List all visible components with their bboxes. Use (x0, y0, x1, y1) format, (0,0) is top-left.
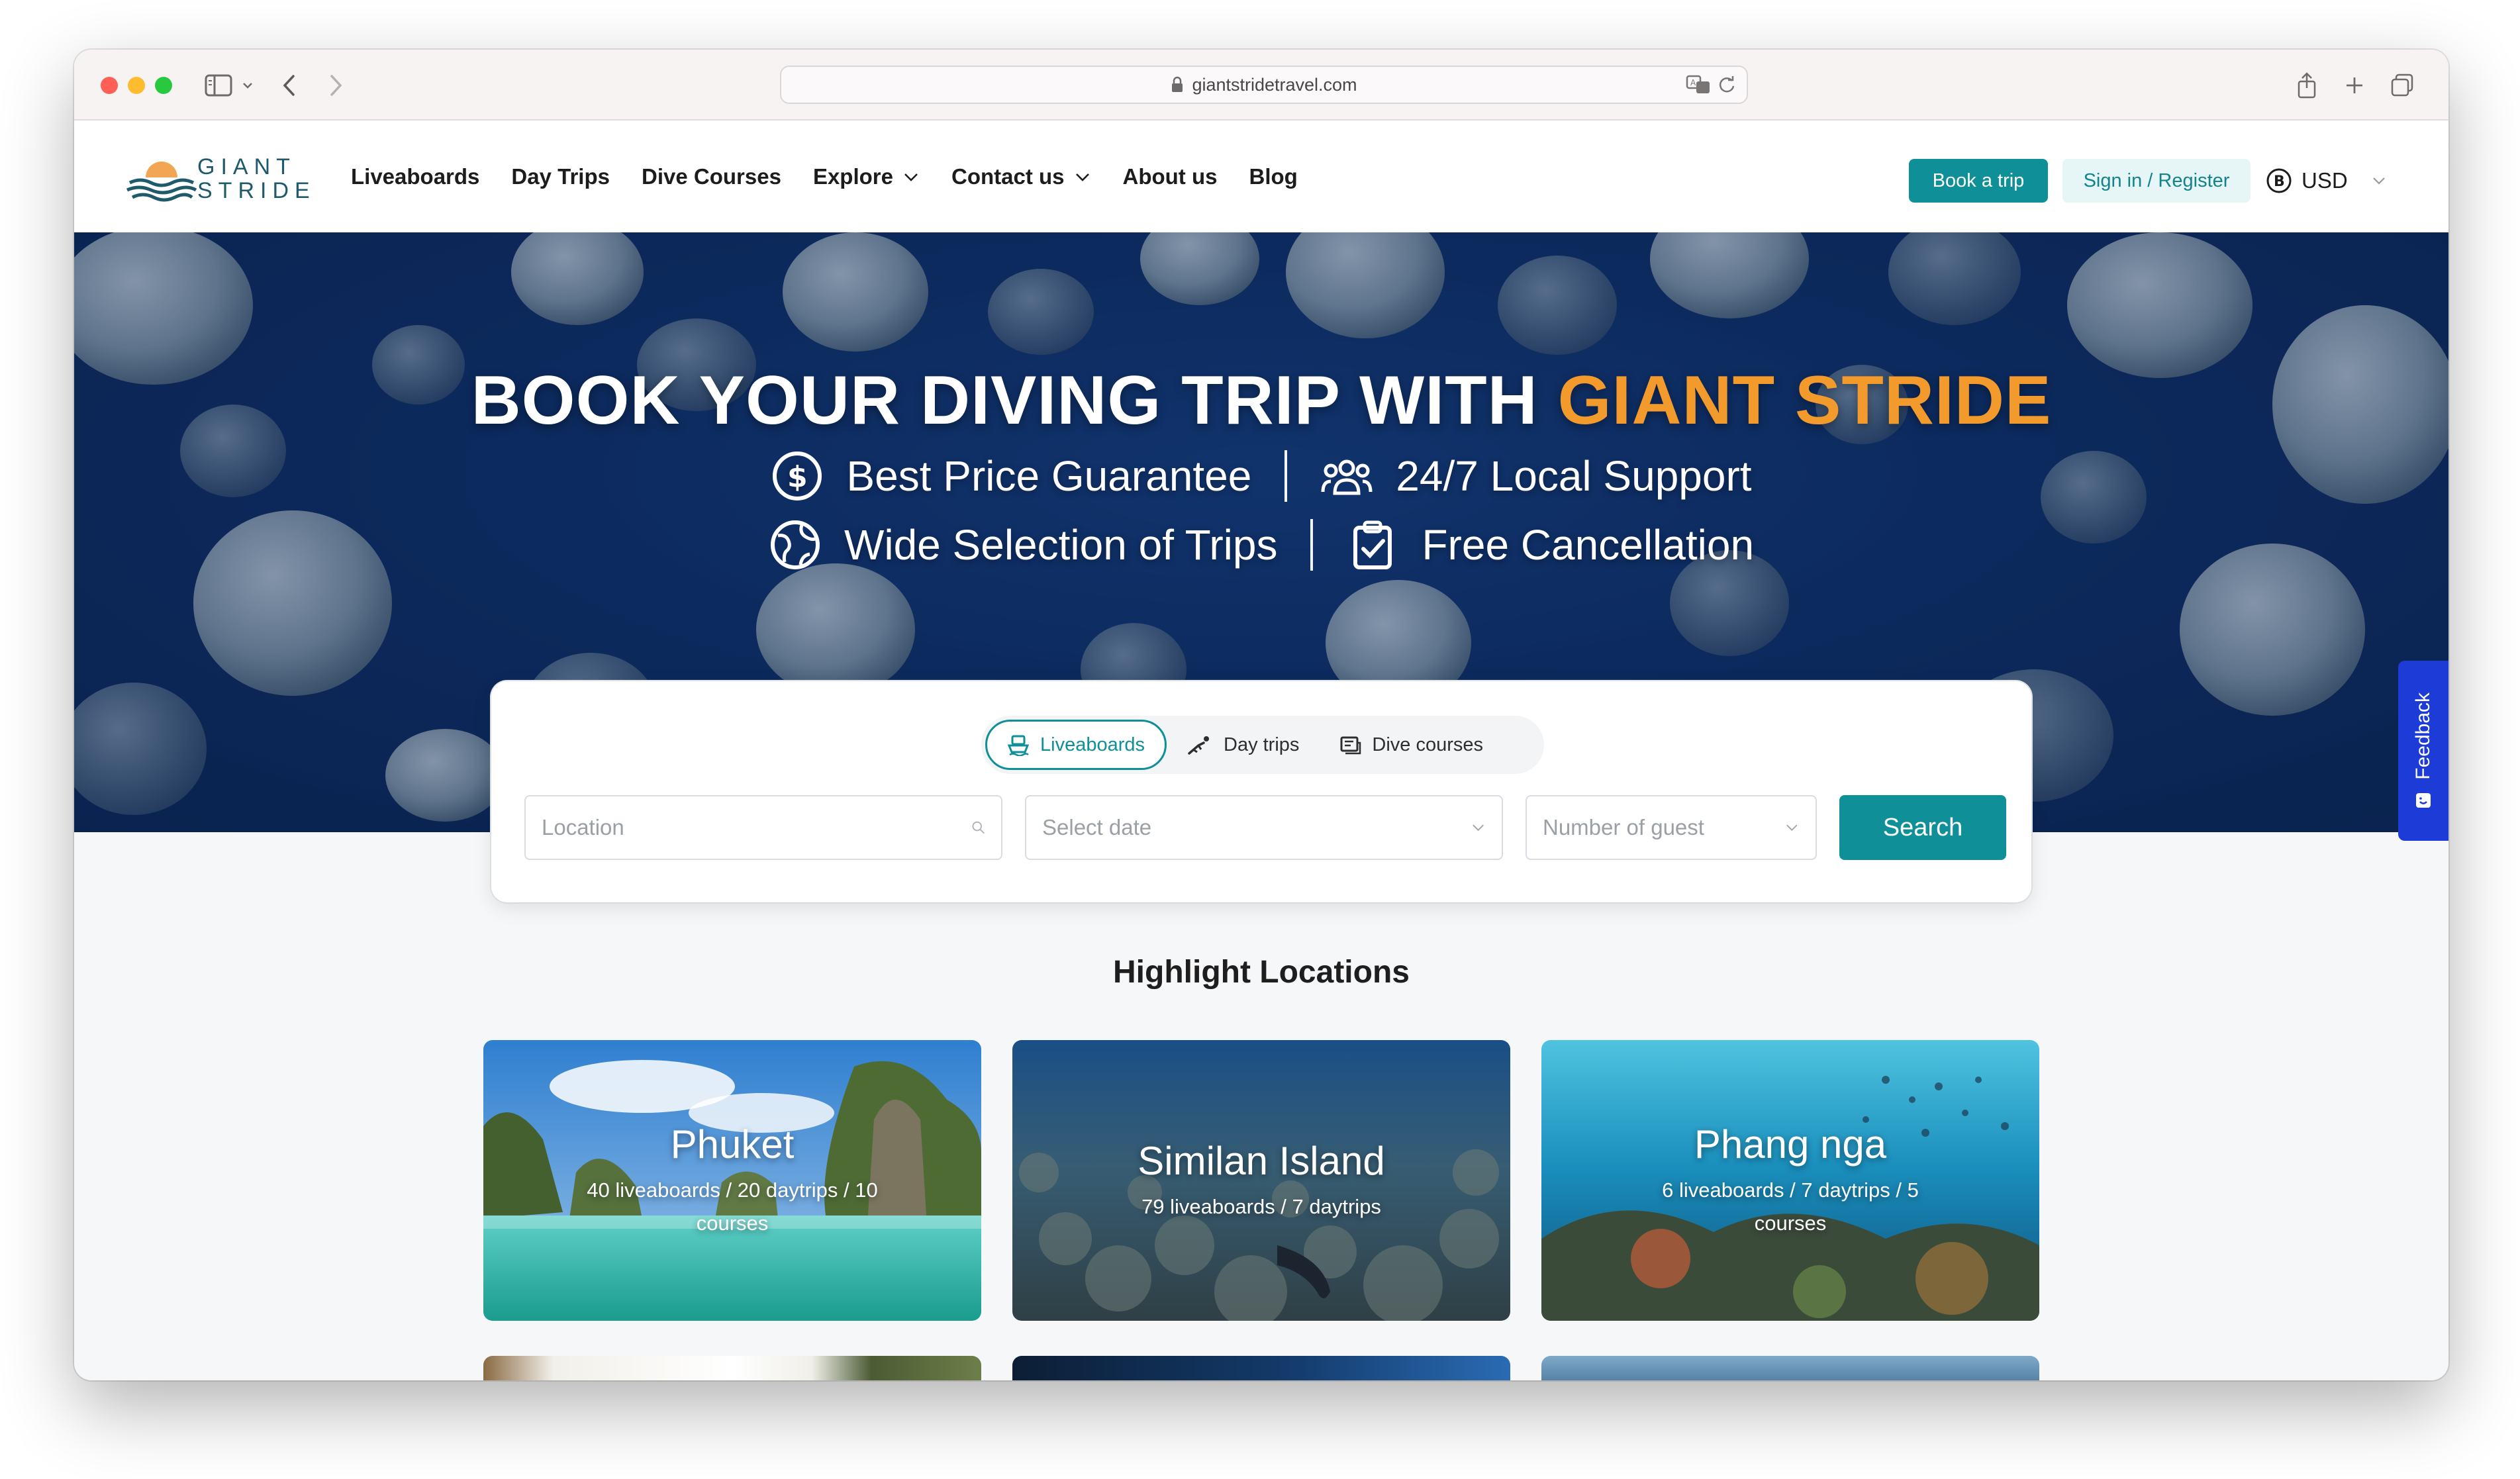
nav-about-us[interactable]: About us (1123, 164, 1218, 189)
feature-divider (1284, 450, 1288, 502)
date-placeholder: Select date (1042, 815, 1152, 839)
guest-placeholder: Number of guest (1543, 815, 1704, 839)
currency-selector[interactable]: B USD (2266, 159, 2386, 203)
feature-free-cancellation: Free Cancellation (1346, 518, 1754, 571)
logo-word-stride: STRIDE (197, 178, 316, 203)
search-icon (972, 821, 985, 834)
location-card-phang-nga[interactable]: Phang nga 6 liveaboards / 7 daytrips / 5… (1541, 1040, 2039, 1321)
date-field[interactable]: Select date (1025, 795, 1503, 860)
bitcoin-circle-icon: B (2266, 168, 2292, 193)
nav-dive-courses[interactable]: Dive Courses (642, 164, 781, 189)
feature-divider (1310, 519, 1314, 571)
chevron-down-icon (1473, 824, 1484, 832)
people-group-icon (1321, 459, 1373, 495)
ship-icon (1007, 735, 1030, 756)
course-book-icon (1340, 736, 1361, 755)
book-trip-button[interactable]: Book a trip (1909, 159, 2048, 203)
nav-day-trips[interactable]: Day Trips (511, 164, 610, 189)
feedback-tab[interactable]: Feedback (2398, 661, 2448, 841)
zoom-window-button[interactable] (155, 77, 172, 94)
location-card-partial[interactable] (483, 1356, 981, 1380)
hero-title: BOOK YOUR DIVING TRIP WITH GIANT STRIDE (74, 361, 2448, 440)
nav-liveaboards[interactable]: Liveaboards (351, 164, 479, 189)
tab-day-trips[interactable]: Day trips (1167, 720, 1319, 770)
url-text[interactable]: giantstridetravel.com (1192, 75, 1357, 95)
main-navigation: Liveaboards Day Trips Dive Courses Explo… (351, 120, 1330, 232)
chevron-down-icon (1075, 173, 1089, 181)
chevron-down-icon (2372, 177, 2385, 185)
card-location-stats: 79 liveaboards / 7 daytrips (1141, 1194, 1381, 1218)
location-card-partial[interactable] (1012, 1356, 1510, 1380)
feedback-smile-icon (2416, 792, 2431, 808)
card-location-name: Similan Island (1138, 1138, 1385, 1183)
search-tabs: Liveaboards Day trips Dive courses (981, 716, 1544, 774)
minimize-window-button[interactable] (128, 77, 145, 94)
nav-contact-us[interactable]: Contact us (951, 164, 1091, 189)
sign-in-register-button[interactable]: Sign in / Register (2062, 159, 2251, 203)
hero-title-main: BOOK YOUR DIVING TRIP WITH (471, 362, 1558, 439)
location-field[interactable] (524, 795, 1002, 860)
nav-explore[interactable]: Explore (813, 164, 920, 189)
svg-text:$: $ (787, 460, 808, 494)
card-location-stats: 6 liveaboards / 7 daytrips / 5 courses (1662, 1178, 1919, 1235)
location-card-partial[interactable] (1541, 1356, 2039, 1380)
feature-wide-selection: Wide Selection of Trips (769, 518, 1277, 571)
chevron-down-icon (904, 173, 918, 181)
svg-text:A: A (1690, 78, 1696, 87)
location-card-phuket[interactable]: Phuket 40 liveaboards / 20 daytrips / 10… (483, 1040, 981, 1321)
browser-toolbar: giantstridetravel.com A (74, 50, 2448, 120)
diver-icon (1188, 736, 1209, 755)
location-input[interactable] (542, 815, 971, 840)
logo-word-giant: GIANT (197, 154, 296, 179)
chevron-down-icon (1786, 824, 1798, 832)
feature-local-support: 24/7 Local Support (1320, 450, 1752, 502)
search-button[interactable]: Search (1839, 795, 2006, 860)
lock-icon (1172, 76, 1183, 92)
location-card-similan-island[interactable]: Similan Island 79 liveaboards / 7 daytri… (1012, 1040, 1510, 1321)
card-location-stats: 40 liveaboards / 20 daytrips / 10 course… (587, 1178, 878, 1235)
address-bar[interactable]: giantstridetravel.com A (780, 66, 1748, 104)
forward-arrow-icon[interactable] (319, 68, 352, 103)
chevron-down-icon[interactable] (240, 68, 256, 103)
sidebar-toggle-icon[interactable] (200, 68, 237, 103)
card-location-name: Phuket (670, 1121, 795, 1167)
giant-stride-logo[interactable]: GIANT STRIDE (126, 155, 310, 204)
tab-dive-courses[interactable]: Dive courses (1319, 720, 1503, 770)
trip-search-card: Liveaboards Day trips Dive courses Selec… (491, 681, 2031, 902)
tab-overview-icon[interactable] (2385, 68, 2419, 103)
site-header: GIANT STRIDE Liveaboards Day Trips Dive … (74, 120, 2448, 232)
dollar-circle-icon: $ (773, 452, 822, 501)
globe-icon (770, 520, 820, 569)
new-tab-icon[interactable] (2337, 68, 2372, 103)
share-icon[interactable] (2290, 68, 2324, 103)
highlight-locations-title: Highlight Locations (1113, 955, 1410, 990)
nav-blog[interactable]: Blog (1249, 164, 1297, 189)
currency-label: USD (2302, 168, 2348, 193)
browser-window: giantstridetravel.com A GIANT STRIDE Liv… (74, 50, 2448, 1380)
close-window-button[interactable] (101, 77, 118, 94)
hero-title-accent: GIANT STRIDE (1557, 362, 2052, 439)
guest-count-field[interactable]: Number of guest (1526, 795, 1817, 860)
reload-icon[interactable] (1718, 75, 1736, 94)
translate-icon[interactable]: A (1686, 75, 1711, 95)
hero-feature-row: Wide Selection of Trips Free Cancellatio… (74, 518, 2448, 571)
clipboard-check-icon (1353, 520, 1392, 569)
svg-text:B: B (2274, 173, 2285, 190)
hero-feature-row: $ Best Price Guarantee 24/7 Local Suppor… (74, 450, 2448, 502)
tab-liveaboards[interactable]: Liveaboards (985, 720, 1167, 770)
feature-best-price: $ Best Price Guarantee (771, 450, 1251, 502)
card-location-name: Phang nga (1694, 1121, 1887, 1167)
back-arrow-icon[interactable] (273, 68, 306, 103)
